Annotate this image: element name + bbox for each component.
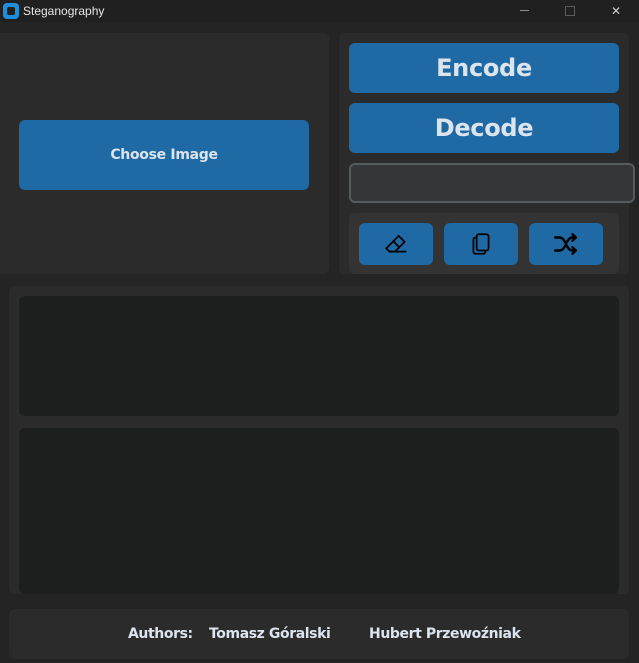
minimize-button[interactable] — [501, 0, 547, 22]
eraser-icon — [385, 235, 407, 253]
app-icon — [3, 3, 19, 19]
key-input[interactable] — [349, 163, 635, 203]
minimize-icon — [520, 10, 529, 11]
author-name: Hubert Przewoźniak — [369, 626, 521, 642]
maximize-icon — [565, 6, 575, 16]
authors-label: Authors: — [128, 626, 193, 642]
close-button[interactable]: ✕ — [593, 0, 639, 22]
shuffle-icon — [553, 233, 577, 255]
copy-button[interactable] — [444, 223, 518, 265]
author-name: Tomasz Góralski — [209, 626, 331, 642]
app-window: Steganography ✕ Choose Image Encode Deco… — [0, 0, 639, 663]
output-textbox[interactable] — [19, 428, 619, 594]
window-title: Steganography — [23, 4, 105, 18]
copy-icon — [472, 233, 490, 255]
title-bar[interactable]: Steganography ✕ — [0, 0, 639, 22]
encode-button[interactable]: Encode — [349, 43, 619, 93]
message-textbox[interactable] — [19, 296, 619, 416]
shuffle-button[interactable] — [529, 223, 603, 265]
decode-button[interactable]: Decode — [349, 103, 619, 153]
clear-button[interactable] — [359, 223, 433, 265]
choose-image-button[interactable]: Choose Image — [19, 120, 309, 190]
maximize-button[interactable] — [547, 0, 593, 22]
